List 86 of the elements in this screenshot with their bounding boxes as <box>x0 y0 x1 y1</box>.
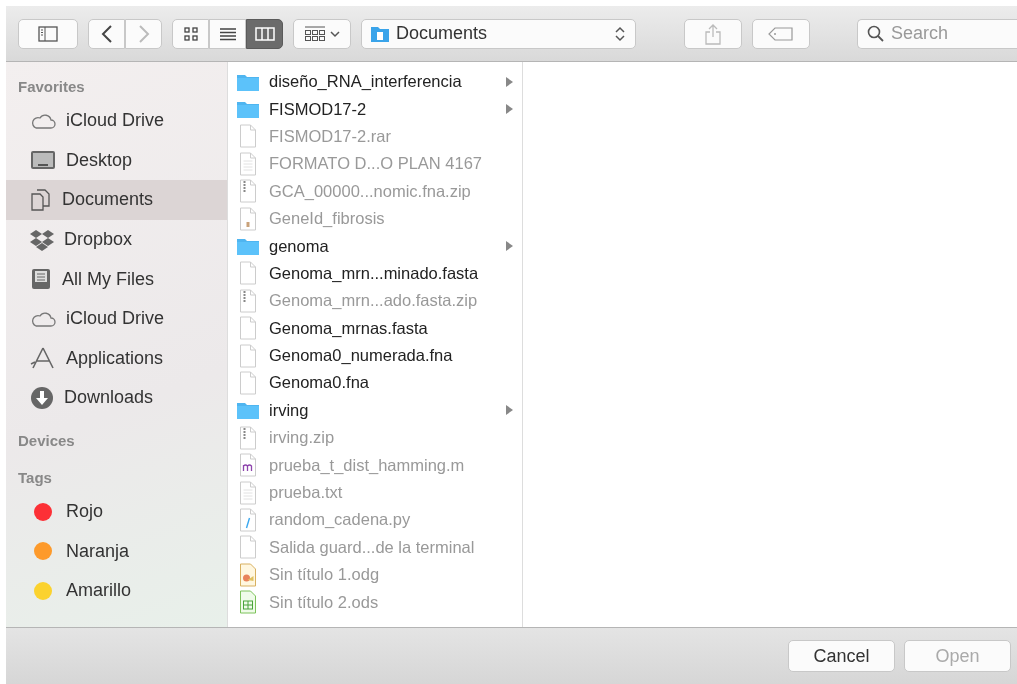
file-row[interactable]: Genoma0.fna <box>228 369 522 397</box>
grid-icon <box>304 24 326 43</box>
share-icon <box>703 22 722 45</box>
file-name: Genoma0.fna <box>269 373 370 393</box>
disclosure-arrow-icon <box>505 103 514 116</box>
sidebar-item[interactable]: Naranja <box>6 531 227 571</box>
folder-row[interactable]: diseño_RNA_interferencia <box>228 68 522 96</box>
file-name: random_cadena.py <box>269 510 412 530</box>
sidebar-item-label: Documents <box>62 189 154 211</box>
sidebar-item-label: Dropbox <box>64 229 133 251</box>
sidebar-item-label: Applications <box>66 347 164 369</box>
file-name: Genoma_mrnas.fasta <box>269 318 429 338</box>
sidebar-item[interactable]: Dropbox <box>6 219 227 260</box>
sidebar-item-label: Naranja <box>66 540 130 562</box>
sidebar-item-label: Rojo <box>66 501 104 523</box>
location-popup[interactable]: Documents <box>361 18 636 49</box>
file-name: prueba_t_dist_hamming.m <box>269 455 466 475</box>
documents-icon <box>30 189 52 211</box>
file-name: GeneId_fibrosis <box>269 209 386 229</box>
folder-row[interactable]: genoma <box>228 232 522 260</box>
file-name: Genoma0_numerada.fna <box>269 346 454 366</box>
folder-icon <box>236 236 260 257</box>
applications-icon <box>30 346 56 371</box>
back-button[interactable] <box>88 18 125 49</box>
file-name: FORMATO D...O PLAN 4167 <box>269 154 484 174</box>
desktop-icon <box>30 150 56 171</box>
disclosure-arrow-icon <box>505 240 514 253</box>
file-name: Sin título 2.ods <box>269 592 380 612</box>
file-tray-icon <box>30 268 52 291</box>
sidebar-item-label: Desktop <box>66 149 133 171</box>
chevron-right-icon <box>137 24 150 43</box>
file-name: FISMOD17-2 <box>269 99 368 119</box>
sidebar-item-label: iCloud Drive <box>66 308 165 330</box>
sidebar-toggle-button[interactable] <box>18 18 78 49</box>
folder-icon <box>236 99 260 120</box>
disclosure-arrow-icon <box>505 75 514 88</box>
stepper-arrows-icon <box>615 25 625 42</box>
disclosure-arrow-icon <box>505 404 514 417</box>
download-icon <box>30 385 54 410</box>
sidebar-item[interactable]: Downloads <box>6 378 227 418</box>
column-view-icon <box>254 24 275 43</box>
folder-icon <box>236 400 260 421</box>
sidebar-section-title: Devices <box>17 430 76 451</box>
chevron-left-icon <box>100 24 113 43</box>
sidebar-section-title: Tags <box>17 467 53 488</box>
dialog-button[interactable]: Cancel <box>788 640 895 672</box>
cloud-icon <box>30 111 56 130</box>
sidebar-item[interactable]: Documents <box>6 180 227 220</box>
file-name: Salida guard...de la terminal <box>269 537 476 557</box>
sidebar-item-label: Downloads <box>64 387 154 409</box>
sidebar-section-title: Favorites <box>17 77 86 97</box>
sidebar-item[interactable]: Applications <box>6 338 227 379</box>
file-name: genoma <box>269 236 330 256</box>
sidebar-item-label: Amarillo <box>66 580 131 602</box>
folder-icon <box>370 24 390 43</box>
sidebar-item[interactable]: Rojo <box>6 491 227 532</box>
arrange-menu-button[interactable] <box>293 18 351 49</box>
tag-icon <box>767 26 794 41</box>
file-name: irving <box>269 400 310 420</box>
sidebar-item-label: iCloud Drive <box>66 110 165 132</box>
file-name: diseño_RNA_interferencia <box>269 72 463 92</box>
sidebar-item[interactable]: Amarillo <box>6 570 227 611</box>
file-name: FISMOD17-2.rar <box>269 126 392 146</box>
folder-row[interactable]: FISMOD17-2 <box>228 95 522 123</box>
view-mode-button[interactable] <box>246 18 283 49</box>
dropbox-icon <box>30 228 54 251</box>
file-row[interactable]: Genoma_mrn...minado.fasta <box>228 259 522 288</box>
cloud-icon <box>30 309 56 328</box>
search-field[interactable]: Search <box>857 18 1017 49</box>
file-name: irving.zip <box>269 428 336 448</box>
file-row[interactable]: Genoma_mrnas.fasta <box>228 314 522 342</box>
sidebar-item[interactable]: iCloud Drive <box>6 101 227 141</box>
file-name: Genoma_mrn...minado.fasta <box>269 263 480 283</box>
file-row[interactable]: Genoma0_numerada.fna <box>228 341 522 370</box>
sidebar-item[interactable]: iCloud Drive <box>6 298 227 339</box>
sidebar-item-label: All My Files <box>62 268 154 290</box>
file-name: GCA_00000...nomic.fna.zip <box>269 181 472 201</box>
file-name: Sin título 1.odg <box>269 565 381 585</box>
folder-row[interactable]: irving <box>228 396 522 425</box>
file-name: Genoma_mrn...ado.fasta.zip <box>269 291 479 311</box>
search-icon <box>867 24 885 43</box>
sidebar-icon <box>38 25 58 42</box>
sidebar-item[interactable]: Desktop <box>6 140 227 181</box>
sidebar-item[interactable]: All My Files <box>6 259 227 299</box>
caret-icon <box>330 29 340 38</box>
file-name: prueba.txt <box>269 483 344 503</box>
